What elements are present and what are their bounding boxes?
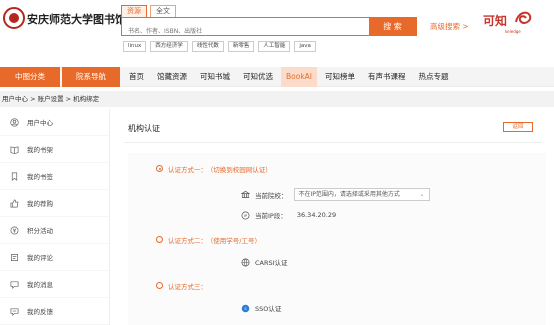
- category-button[interactable]: 中图分类: [0, 67, 60, 87]
- nav-item-bookstore[interactable]: 可知书城: [195, 67, 235, 87]
- keyword-new-retail[interactable]: 新零售: [227, 41, 255, 52]
- sidebar-item-label: 积分活动: [27, 227, 53, 235]
- current-ip-value: 36.34.20.29: [296, 211, 337, 219]
- auth-method-1[interactable]: 认证方式一： （切换到校园网认证）: [156, 164, 272, 174]
- search-tab-fulltext[interactable]: 全文: [150, 5, 176, 17]
- keyword-linear-algebra[interactable]: 线性代数: [191, 41, 224, 52]
- auth-method-2[interactable]: 认证方式二： （使用学号/工号）: [156, 235, 261, 245]
- chevron-down-icon: ⌄: [419, 191, 425, 198]
- sidebar-item-comments[interactable]: 我的评论: [0, 244, 109, 271]
- auth-method-3[interactable]: 认证方式三：: [156, 281, 207, 291]
- advanced-search-link[interactable]: 高级搜索 >: [430, 21, 469, 32]
- keyword-java[interactable]: java: [294, 41, 316, 52]
- sso-label: SSO认证: [255, 305, 282, 313]
- search-box: 搜 索: [121, 17, 417, 40]
- sidebar-item-user-center[interactable]: 用户中心: [0, 109, 109, 136]
- library-name[interactable]: 安庆师范大学图书馆: [27, 11, 126, 27]
- radio-method-1[interactable]: [156, 165, 163, 172]
- keyword-economics[interactable]: 西方经济学: [150, 41, 188, 52]
- main-nav: 中图分类 院系导航 首页 馆藏资源 可知书城 可知优选 BookAI 可知榜单 …: [0, 67, 554, 87]
- school-icon: [241, 190, 250, 199]
- sso-icon: S: [241, 304, 250, 313]
- message-icon: [10, 280, 19, 289]
- search-tabs: 资源 全文: [121, 5, 179, 17]
- user-icon: [10, 117, 19, 127]
- method-1-label: 认证方式一：: [168, 166, 207, 174]
- radio-method-2[interactable]: [156, 236, 163, 243]
- nav-menu: 首页 馆藏资源 可知书城 可知优选 BookAI 可知榜单 有声书课程 热点专题: [124, 67, 457, 87]
- sidebar-item-label: 我的评论: [27, 254, 53, 262]
- method-2-label: 认证方式二：: [168, 237, 207, 245]
- current-ip-row: IP 当前IP段： 36.34.20.29: [241, 210, 336, 220]
- carsi-row[interactable]: CARSI认证: [241, 257, 288, 267]
- school-select[interactable]: 不在IP范围内，请选择或采用其他方式 ⌄: [293, 188, 430, 201]
- sidebar-item-label: 我的书签: [27, 173, 53, 181]
- nav-item-audiobooks[interactable]: 有声书课程: [363, 67, 411, 87]
- sidebar-item-label: 我的书架: [27, 146, 53, 154]
- search-input[interactable]: [122, 23, 377, 40]
- keyword-linux[interactable]: linux: [123, 41, 147, 52]
- search-tab-resource[interactable]: 资源: [121, 5, 147, 17]
- nav-item-topics[interactable]: 热点专题: [414, 67, 454, 87]
- back-button[interactable]: 返回: [503, 122, 533, 132]
- brand-swirl-icon: [515, 11, 532, 24]
- coin-icon: [10, 226, 19, 235]
- school-select-value: 不在IP范围内，请选择或采用其他方式: [298, 191, 400, 198]
- feedback-icon: [10, 307, 19, 316]
- sidebar-item-points[interactable]: 积分活动: [0, 217, 109, 244]
- bookmark-icon: [10, 172, 19, 181]
- hot-keywords: linux 西方经济学 线性代数 新零售 人工智能 java: [123, 41, 320, 52]
- search-button[interactable]: 搜 索: [369, 18, 416, 35]
- thumb-icon: [10, 199, 19, 208]
- sidebar-item-bookmarks[interactable]: 我的书签: [0, 163, 109, 190]
- main-panel: 机构认证 返回 认证方式一： （切换到校园网认证） 当前院校： 不在IP范围内，请…: [116, 109, 554, 325]
- current-ip-label: 当前IP段：: [255, 212, 287, 220]
- carsi-icon: [241, 258, 250, 267]
- sidebar-item-label: 我的荐购: [27, 200, 53, 208]
- ip-icon: IP: [241, 211, 250, 220]
- comment-icon: [10, 253, 19, 262]
- sidebar-item-messages[interactable]: 我的消息: [0, 271, 109, 298]
- svg-text:IP: IP: [244, 213, 248, 217]
- brand-subtitle: keledge: [505, 29, 521, 34]
- radio-method-3[interactable]: [156, 282, 163, 289]
- library-logo[interactable]: [3, 7, 25, 29]
- nav-item-bookai[interactable]: BookAI: [281, 67, 318, 87]
- sidebar-item-recommend[interactable]: 我的荐购: [0, 190, 109, 217]
- keyword-ai[interactable]: 人工智能: [258, 41, 291, 52]
- title-divider: [124, 142, 542, 143]
- auth-methods-box: 认证方式一： （切换到校园网认证） 当前院校： 不在IP范围内，请选择或采用其他方…: [128, 153, 546, 325]
- sidebar-item-bookshelf[interactable]: 我的书架: [0, 136, 109, 163]
- nav-item-selection[interactable]: 可知优选: [238, 67, 278, 87]
- nav-item-home[interactable]: 首页: [124, 67, 149, 87]
- sidebar: 用户中心 我的书架 我的书签 我的荐购 积分活动 我的评论 我的消息 我的反馈: [0, 109, 110, 325]
- svg-text:S: S: [245, 306, 247, 310]
- nav-item-rankings[interactable]: 可知榜单: [320, 67, 360, 87]
- carsi-label: CARSI认证: [255, 259, 288, 267]
- sidebar-item-label: 我的消息: [27, 281, 53, 289]
- sso-row[interactable]: S SSO认证: [241, 303, 281, 313]
- department-nav-button[interactable]: 院系导航: [62, 67, 120, 87]
- breadcrumb: 用户中心 > 账户设置 > 机构绑定: [0, 91, 554, 107]
- book-icon: [10, 145, 19, 154]
- method-3-label: 认证方式三：: [168, 283, 207, 291]
- method-2-desc: （使用学号/工号）: [210, 237, 261, 245]
- header: 安庆师范大学图书馆 资源 全文 搜 索 高级搜索 > linux 西方经济学 线…: [0, 0, 554, 60]
- current-school-row: 当前院校： 不在IP范围内，请选择或采用其他方式 ⌄: [241, 188, 430, 201]
- current-school-label: 当前院校：: [255, 191, 288, 200]
- switch-campus-network-link[interactable]: （切换到校园网认证）: [210, 166, 272, 174]
- brand-logo[interactable]: 可知: [483, 12, 507, 29]
- sidebar-item-feedback[interactable]: 我的反馈: [0, 298, 109, 325]
- sidebar-item-label: 用户中心: [27, 119, 53, 127]
- page-title: 机构认证: [128, 124, 160, 133]
- nav-item-collection[interactable]: 馆藏资源: [152, 67, 192, 87]
- sidebar-item-label: 我的反馈: [27, 308, 53, 316]
